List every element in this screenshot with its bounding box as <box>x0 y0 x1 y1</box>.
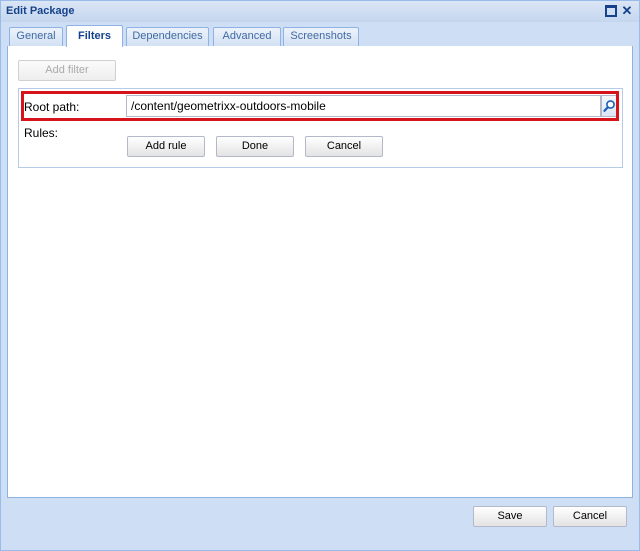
tab-filters[interactable]: Filters <box>66 25 123 47</box>
dialog-footer: Save Cancel <box>1 498 639 550</box>
window-titlebar[interactable]: Edit Package ✕ <box>1 1 639 22</box>
add-rule-button[interactable]: Add rule <box>127 136 205 157</box>
close-icon[interactable]: ✕ <box>621 4 633 17</box>
add-filter-button[interactable]: Add filter <box>18 60 116 81</box>
cancel-button[interactable]: Cancel <box>553 506 627 527</box>
done-button[interactable]: Done <box>216 136 294 157</box>
rules-label: Rules: <box>24 126 59 140</box>
tab-dependencies[interactable]: Dependencies <box>126 27 209 46</box>
tab-strip: General Filters Dependencies Advanced Sc… <box>7 25 633 47</box>
tab-general[interactable]: General <box>9 27 63 46</box>
save-button[interactable]: Save <box>473 506 547 527</box>
rule-cancel-button[interactable]: Cancel <box>305 136 383 157</box>
edit-package-window: Edit Package ✕ General Filters Dependenc… <box>0 0 640 551</box>
tab-advanced[interactable]: Advanced <box>213 27 281 46</box>
filters-panel: Add filter Root path: /content/geometrix… <box>7 46 633 498</box>
maximize-icon[interactable] <box>605 5 617 17</box>
window-title: Edit Package <box>6 5 75 17</box>
tab-screenshots[interactable]: Screenshots <box>283 27 359 46</box>
root-path-highlight <box>21 91 619 121</box>
